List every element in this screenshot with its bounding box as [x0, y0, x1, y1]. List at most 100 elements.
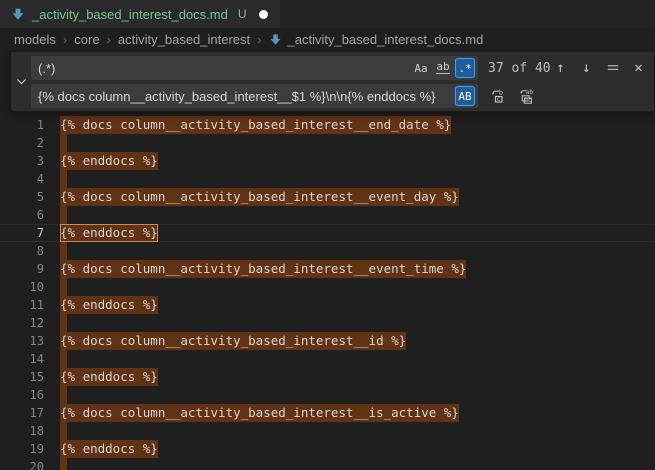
line-number: 7 — [0, 224, 44, 242]
line-content: {% enddocs %} — [44, 440, 158, 458]
line-number: 18 — [0, 422, 44, 440]
line-number: 10 — [0, 278, 44, 296]
editor-line[interactable]: 2 — [0, 134, 655, 152]
editor-line[interactable]: 12 — [0, 314, 655, 332]
replace-input-wrap: AB — [31, 84, 478, 108]
editor-line[interactable]: 11 {% enddocs %} — [0, 296, 655, 314]
line-content — [44, 278, 67, 296]
line-number: 16 — [0, 386, 44, 404]
match-case-button[interactable]: Aa — [411, 58, 431, 78]
current-find-match: {% enddocs %} — [60, 224, 158, 242]
editor-line[interactable]: 1{% docs column__activity_based_interest… — [0, 116, 655, 134]
find-match — [60, 134, 67, 152]
line-content — [44, 170, 67, 188]
replace-button[interactable]: b c — [487, 86, 508, 107]
line-content: {% enddocs %} — [44, 296, 158, 314]
git-status-badge: U — [238, 7, 247, 21]
editor-line[interactable]: 10 — [0, 278, 655, 296]
editor-line[interactable]: 18 — [0, 422, 655, 440]
find-match: {% docs column__activity_based_interest_… — [60, 188, 459, 206]
svg-text:ac: ac — [524, 97, 531, 104]
find-widget: Aa ab .* 37 of 40 ↑ ↓ — [10, 52, 655, 112]
editor-line[interactable]: 17{% docs column__activity_based_interes… — [0, 404, 655, 422]
line-number: 15 — [0, 368, 44, 386]
find-match: {% docs column__activity_based_interest_… — [60, 404, 459, 422]
find-row: Aa ab .* 37 of 40 ↑ ↓ — [31, 56, 648, 80]
editor-line[interactable]: 20 — [0, 458, 655, 470]
editor-line[interactable]: 7 {% enddocs %} — [0, 224, 655, 242]
find-input[interactable] — [31, 57, 411, 79]
line-content — [44, 314, 67, 332]
find-match: {% enddocs %} — [60, 296, 158, 314]
breadcrumb-file-label: _activity_based_interest_docs.md — [288, 32, 484, 47]
editor-line[interactable]: 19{% enddocs %} — [0, 440, 655, 458]
editor-tab[interactable]: _activity_based_interest_docs.md U — [0, 0, 280, 28]
editor-line[interactable]: 16 — [0, 386, 655, 404]
find-match — [60, 278, 67, 296]
line-content: {% docs column__activity_based_interest_… — [44, 332, 406, 350]
editor-line[interactable]: 13{% docs column__activity_based_interes… — [0, 332, 655, 350]
regex-button[interactable]: .* — [455, 58, 475, 78]
line-number: 13 — [0, 332, 44, 350]
replace-all-icon: ab ac — [518, 88, 534, 104]
breadcrumb-separator: › — [107, 32, 111, 47]
selection-lines-icon — [606, 61, 620, 75]
breadcrumb-item[interactable]: core — [74, 32, 99, 47]
find-results-count: 37 of 40 — [488, 61, 550, 76]
markdown-file-icon — [10, 6, 26, 22]
previous-match-button[interactable]: ↑ — [550, 58, 571, 79]
breadcrumb-item[interactable]: models — [14, 32, 56, 47]
find-match — [60, 206, 67, 224]
editor-line[interactable]: 14 — [0, 350, 655, 368]
find-in-selection-button[interactable] — [602, 58, 623, 79]
breadcrumb-separator: › — [257, 32, 261, 47]
tab-bar: _activity_based_interest_docs.md U — [0, 0, 655, 28]
line-number: 4 — [0, 170, 44, 188]
breadcrumb: models › core › activity_based_interest › _ac… — [0, 28, 655, 50]
line-number: 11 — [0, 296, 44, 314]
find-match: {% docs column__activity_based_interest_… — [60, 260, 466, 278]
editor-lines: 1{% docs column__activity_based_interest… — [0, 116, 655, 470]
editor-line[interactable]: 15 {% enddocs %} — [0, 368, 655, 386]
editor-line[interactable]: 5{% docs column__activity_based_interest… — [0, 188, 655, 206]
editor-line[interactable]: 3{% enddocs %} — [0, 152, 655, 170]
line-content: {% enddocs %} — [44, 224, 158, 242]
editor-line[interactable]: 4 — [0, 170, 655, 188]
line-content — [44, 242, 67, 260]
tab-filename: _activity_based_interest_docs.md — [32, 7, 228, 22]
breadcrumb-item[interactable]: activity_based_interest — [118, 32, 250, 47]
whole-word-button[interactable]: ab — [433, 58, 453, 78]
breadcrumb-path: models › core › activity_based_interest › — [14, 32, 269, 47]
find-match — [60, 314, 67, 332]
replace-input[interactable] — [31, 85, 455, 107]
preserve-case-button[interactable]: AB — [455, 86, 475, 106]
markdown-file-icon — [269, 32, 283, 46]
editor-line[interactable]: 8 — [0, 242, 655, 260]
svg-text:ab: ab — [525, 89, 533, 96]
find-match: {% enddocs %} — [60, 440, 158, 458]
find-match — [60, 386, 67, 404]
editor[interactable]: 1{% docs column__activity_based_interest… — [0, 50, 655, 470]
replace-row: AB b c — [31, 84, 648, 108]
line-content: {% docs column__activity_based_interest_… — [44, 188, 459, 206]
line-content: {% docs column__activity_based_interest_… — [44, 116, 451, 134]
breadcrumb-file[interactable]: _activity_based_interest_docs.md — [269, 32, 484, 47]
replace-icon: b c — [490, 88, 506, 104]
line-content: {% enddocs %} — [44, 368, 158, 386]
line-number: 2 — [0, 134, 44, 152]
breadcrumb-separator: › — [63, 32, 67, 47]
next-match-button[interactable]: ↓ — [576, 58, 597, 79]
editor-line[interactable]: 6 — [0, 206, 655, 224]
find-match: {% enddocs %} — [60, 368, 158, 386]
line-number: 14 — [0, 350, 44, 368]
find-match: {% enddocs %} — [60, 152, 158, 170]
close-find-widget-button[interactable]: ✕ — [628, 58, 649, 79]
toggle-replace-button[interactable] — [11, 52, 31, 111]
line-content — [44, 134, 67, 152]
replace-all-button[interactable]: ab ac — [515, 86, 536, 107]
editor-line[interactable]: 9{% docs column__activity_based_interest… — [0, 260, 655, 278]
find-match — [60, 458, 67, 470]
modified-dot-icon[interactable] — [259, 10, 268, 19]
svg-text:c: c — [497, 95, 501, 103]
line-content — [44, 422, 67, 440]
